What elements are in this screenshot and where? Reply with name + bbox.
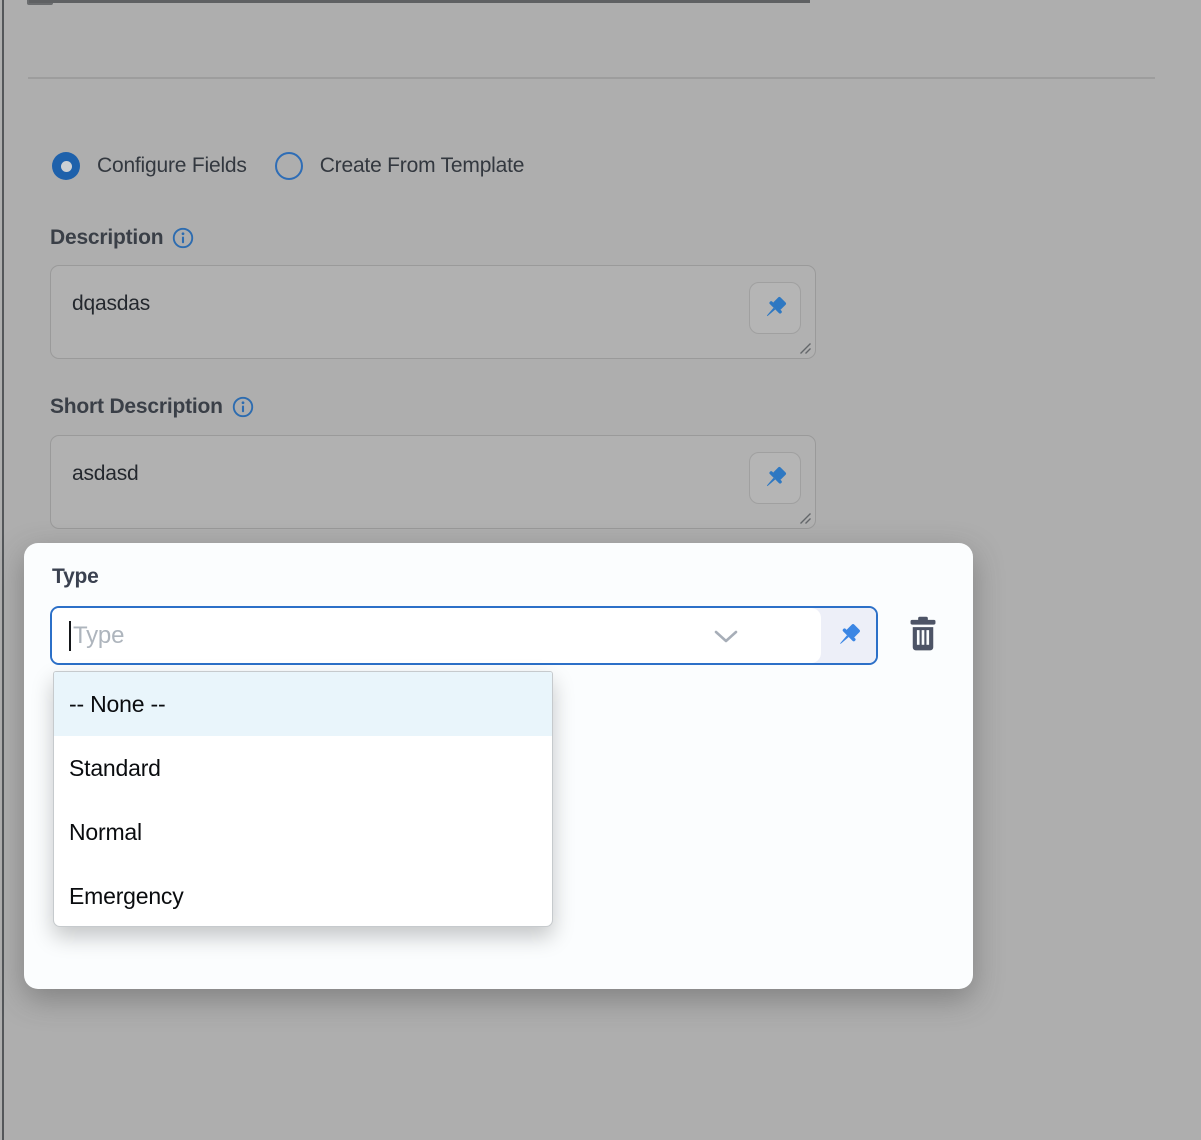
type-pin-button[interactable] — [821, 608, 876, 663]
text-cursor — [69, 621, 71, 651]
short-description-textarea[interactable]: asdasd — [51, 436, 815, 528]
chevron-down-icon[interactable] — [713, 629, 739, 645]
section-divider — [28, 77, 1155, 79]
pushpin-icon — [762, 295, 788, 321]
short-description-label-row: Short Description — [50, 395, 254, 419]
radio-create-from-template[interactable]: Create From Template — [275, 152, 525, 180]
dropdown-option-standard[interactable]: Standard — [54, 736, 552, 800]
description-label-row: Description — [50, 226, 194, 250]
short-description-pin-button[interactable] — [749, 452, 801, 504]
description-textarea[interactable]: dqasdas — [51, 266, 815, 358]
pushpin-icon — [835, 622, 862, 649]
page-background: { "radios": { "options": [ { "label": "C… — [0, 0, 1201, 1140]
type-field-highlight-card: Type -- None -- Standard Normal Emergenc… — [24, 543, 973, 989]
description-pin-button[interactable] — [749, 282, 801, 334]
dropdown-option-emergency[interactable]: Emergency — [54, 864, 552, 927]
mode-radio-group: Configure Fields Create From Template — [52, 152, 524, 180]
dropdown-option-none[interactable]: -- None -- — [54, 672, 552, 736]
radio-unselected-icon[interactable] — [275, 152, 303, 180]
radio-configure-fields-label: Configure Fields — [97, 154, 247, 178]
trash-icon — [906, 616, 940, 652]
delete-field-button[interactable] — [896, 607, 950, 661]
dropdown-option-normal[interactable]: Normal — [54, 800, 552, 864]
type-dropdown-list: -- None -- Standard Normal Emergency — [53, 671, 553, 927]
description-label: Description — [50, 226, 163, 250]
radio-create-from-template-label: Create From Template — [320, 154, 525, 178]
radio-selected-icon[interactable] — [52, 152, 80, 180]
short-description-label: Short Description — [50, 395, 223, 419]
description-field-container: dqasdas — [50, 265, 816, 359]
radio-configure-fields[interactable]: Configure Fields — [52, 152, 247, 180]
info-icon[interactable] — [232, 396, 254, 418]
short-description-field-container: asdasd — [50, 435, 816, 529]
resize-handle-icon[interactable] — [798, 511, 812, 525]
pushpin-icon — [762, 465, 788, 491]
cropped-element-bottom-edge — [29, 0, 810, 3]
type-label: Type — [52, 565, 99, 589]
type-select-control[interactable] — [50, 606, 878, 665]
resize-handle-icon[interactable] — [798, 341, 812, 355]
info-icon[interactable] — [172, 227, 194, 249]
window-left-border — [2, 0, 4, 1140]
type-input-area — [52, 608, 821, 663]
type-select-input[interactable] — [52, 608, 821, 663]
